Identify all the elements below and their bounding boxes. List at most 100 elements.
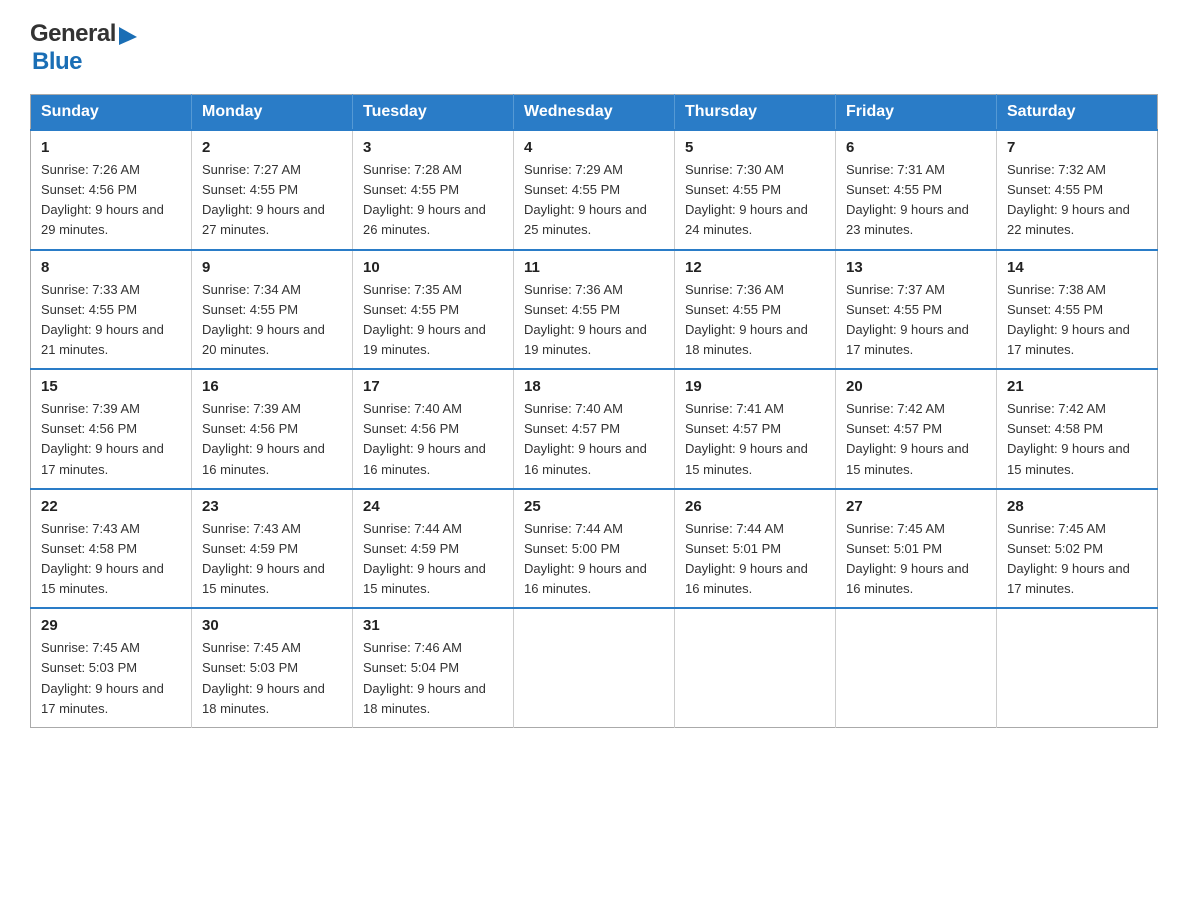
day-cell: 22 Sunrise: 7:43 AMSunset: 4:58 PMDayligh… xyxy=(31,489,192,609)
day-number: 10 xyxy=(363,259,503,276)
day-number: 17 xyxy=(363,378,503,395)
week-row-2: 8 Sunrise: 7:33 AMSunset: 4:55 PMDaylight… xyxy=(31,250,1158,370)
day-number: 27 xyxy=(846,498,986,515)
header-sunday: Sunday xyxy=(31,95,192,131)
day-cell: 10 Sunrise: 7:35 AMSunset: 4:55 PMDayligh… xyxy=(353,250,514,370)
day-number: 29 xyxy=(41,617,181,634)
day-info: Sunrise: 7:42 AMSunset: 4:57 PMDaylight:… xyxy=(846,399,986,480)
day-number: 8 xyxy=(41,259,181,276)
day-cell: 17Sunrise: 7:40 AMSunset: 4:56 PMDayligh… xyxy=(353,369,514,489)
header-monday: Monday xyxy=(192,95,353,131)
day-cell: 27 Sunrise: 7:45 AMSunset: 5:01 PMDayligh… xyxy=(836,489,997,609)
day-number: 15 xyxy=(41,378,181,395)
day-cell: 12Sunrise: 7:36 AMSunset: 4:55 PMDayligh… xyxy=(675,250,836,370)
logo-blue-text: Blue xyxy=(32,48,82,75)
day-cell xyxy=(514,608,675,727)
day-cell: 19Sunrise: 7:41 AMSunset: 4:57 PMDayligh… xyxy=(675,369,836,489)
day-number: 26 xyxy=(685,498,825,515)
day-cell: 30 Sunrise: 7:45 AMSunset: 5:03 PMDayligh… xyxy=(192,608,353,727)
day-cell: 7 Sunrise: 7:32 AMSunset: 4:55 PMDaylight… xyxy=(997,130,1158,250)
day-info: Sunrise: 7:34 AMSunset: 4:55 PMDaylight:… xyxy=(202,280,342,361)
day-info: Sunrise: 7:44 AMSunset: 5:00 PMDaylight:… xyxy=(524,519,664,600)
day-info: Sunrise: 7:28 AMSunset: 4:55 PMDaylight:… xyxy=(363,160,503,241)
day-number: 30 xyxy=(202,617,342,634)
day-cell: 4Sunrise: 7:29 AMSunset: 4:55 PMDaylight… xyxy=(514,130,675,250)
day-cell: 1 Sunrise: 7:26 AMSunset: 4:56 PMDaylight… xyxy=(31,130,192,250)
day-cell xyxy=(675,608,836,727)
day-number: 9 xyxy=(202,259,342,276)
day-number: 16 xyxy=(202,378,342,395)
week-row-3: 15 Sunrise: 7:39 AMSunset: 4:56 PMDayligh… xyxy=(31,369,1158,489)
day-cell: 25Sunrise: 7:44 AMSunset: 5:00 PMDayligh… xyxy=(514,489,675,609)
header-wednesday: Wednesday xyxy=(514,95,675,131)
day-number: 22 xyxy=(41,498,181,515)
logo-arrow-icon xyxy=(119,23,137,45)
day-number: 3 xyxy=(363,139,503,156)
week-row-5: 29 Sunrise: 7:45 AMSunset: 5:03 PMDayligh… xyxy=(31,608,1158,727)
page-header: General Blue xyxy=(30,20,1158,76)
day-number: 7 xyxy=(1007,139,1147,156)
header-row: SundayMondayTuesdayWednesdayThursdayFrid… xyxy=(31,95,1158,131)
day-info: Sunrise: 7:43 AMSunset: 4:59 PMDaylight:… xyxy=(202,519,342,600)
header-saturday: Saturday xyxy=(997,95,1158,131)
day-info: Sunrise: 7:36 AMSunset: 4:55 PMDaylight:… xyxy=(524,280,664,361)
day-info: Sunrise: 7:45 AMSunset: 5:01 PMDaylight:… xyxy=(846,519,986,600)
day-number: 23 xyxy=(202,498,342,515)
day-info: Sunrise: 7:31 AMSunset: 4:55 PMDaylight:… xyxy=(846,160,986,241)
header-tuesday: Tuesday xyxy=(353,95,514,131)
header-friday: Friday xyxy=(836,95,997,131)
day-number: 18 xyxy=(524,378,664,395)
day-cell: 14 Sunrise: 7:38 AMSunset: 4:55 PMDayligh… xyxy=(997,250,1158,370)
day-cell: 13 Sunrise: 7:37 AMSunset: 4:55 PMDayligh… xyxy=(836,250,997,370)
calendar-body: 1 Sunrise: 7:26 AMSunset: 4:56 PMDaylight… xyxy=(31,130,1158,727)
day-info: Sunrise: 7:37 AMSunset: 4:55 PMDaylight:… xyxy=(846,280,986,361)
week-row-4: 22 Sunrise: 7:43 AMSunset: 4:58 PMDayligh… xyxy=(31,489,1158,609)
day-number: 1 xyxy=(41,139,181,156)
day-info: Sunrise: 7:38 AMSunset: 4:55 PMDaylight:… xyxy=(1007,280,1147,361)
day-info: Sunrise: 7:26 AMSunset: 4:56 PMDaylight:… xyxy=(41,160,181,241)
day-info: Sunrise: 7:39 AMSunset: 4:56 PMDaylight:… xyxy=(41,399,181,480)
day-cell: 23 Sunrise: 7:43 AMSunset: 4:59 PMDayligh… xyxy=(192,489,353,609)
day-info: Sunrise: 7:45 AMSunset: 5:03 PMDaylight:… xyxy=(41,638,181,719)
day-number: 4 xyxy=(524,139,664,156)
day-cell: 11 Sunrise: 7:36 AMSunset: 4:55 PMDayligh… xyxy=(514,250,675,370)
calendar-table: SundayMondayTuesdayWednesdayThursdayFrid… xyxy=(30,94,1158,728)
day-info: Sunrise: 7:35 AMSunset: 4:55 PMDaylight:… xyxy=(363,280,503,361)
day-number: 13 xyxy=(846,259,986,276)
day-number: 12 xyxy=(685,259,825,276)
day-number: 28 xyxy=(1007,498,1147,515)
day-cell xyxy=(836,608,997,727)
logo: General Blue xyxy=(30,20,137,76)
day-cell: 8 Sunrise: 7:33 AMSunset: 4:55 PMDaylight… xyxy=(31,250,192,370)
day-number: 20 xyxy=(846,378,986,395)
day-number: 24 xyxy=(363,498,503,515)
day-cell: 6 Sunrise: 7:31 AMSunset: 4:55 PMDaylight… xyxy=(836,130,997,250)
day-info: Sunrise: 7:43 AMSunset: 4:58 PMDaylight:… xyxy=(41,519,181,600)
day-cell: 18 Sunrise: 7:40 AMSunset: 4:57 PMDayligh… xyxy=(514,369,675,489)
day-info: Sunrise: 7:45 AMSunset: 5:03 PMDaylight:… xyxy=(202,638,342,719)
day-info: Sunrise: 7:27 AMSunset: 4:55 PMDaylight:… xyxy=(202,160,342,241)
day-cell: 26Sunrise: 7:44 AMSunset: 5:01 PMDayligh… xyxy=(675,489,836,609)
day-cell: 20 Sunrise: 7:42 AMSunset: 4:57 PMDayligh… xyxy=(836,369,997,489)
day-info: Sunrise: 7:32 AMSunset: 4:55 PMDaylight:… xyxy=(1007,160,1147,241)
day-info: Sunrise: 7:30 AMSunset: 4:55 PMDaylight:… xyxy=(685,160,825,241)
logo-general-text: General xyxy=(30,20,116,48)
day-number: 2 xyxy=(202,139,342,156)
day-cell xyxy=(997,608,1158,727)
day-cell: 15 Sunrise: 7:39 AMSunset: 4:56 PMDayligh… xyxy=(31,369,192,489)
day-info: Sunrise: 7:42 AMSunset: 4:58 PMDaylight:… xyxy=(1007,399,1147,480)
calendar-header: SundayMondayTuesdayWednesdayThursdayFrid… xyxy=(31,95,1158,131)
day-number: 14 xyxy=(1007,259,1147,276)
day-cell: 21 Sunrise: 7:42 AMSunset: 4:58 PMDayligh… xyxy=(997,369,1158,489)
day-info: Sunrise: 7:33 AMSunset: 4:55 PMDaylight:… xyxy=(41,280,181,361)
day-cell: 24Sunrise: 7:44 AMSunset: 4:59 PMDayligh… xyxy=(353,489,514,609)
header-thursday: Thursday xyxy=(675,95,836,131)
day-info: Sunrise: 7:40 AMSunset: 4:57 PMDaylight:… xyxy=(524,399,664,480)
day-info: Sunrise: 7:39 AMSunset: 4:56 PMDaylight:… xyxy=(202,399,342,480)
day-info: Sunrise: 7:41 AMSunset: 4:57 PMDaylight:… xyxy=(685,399,825,480)
day-number: 21 xyxy=(1007,378,1147,395)
day-cell: 2 Sunrise: 7:27 AMSunset: 4:55 PMDaylight… xyxy=(192,130,353,250)
day-number: 6 xyxy=(846,139,986,156)
day-cell: 3 Sunrise: 7:28 AMSunset: 4:55 PMDaylight… xyxy=(353,130,514,250)
day-number: 11 xyxy=(524,259,664,276)
